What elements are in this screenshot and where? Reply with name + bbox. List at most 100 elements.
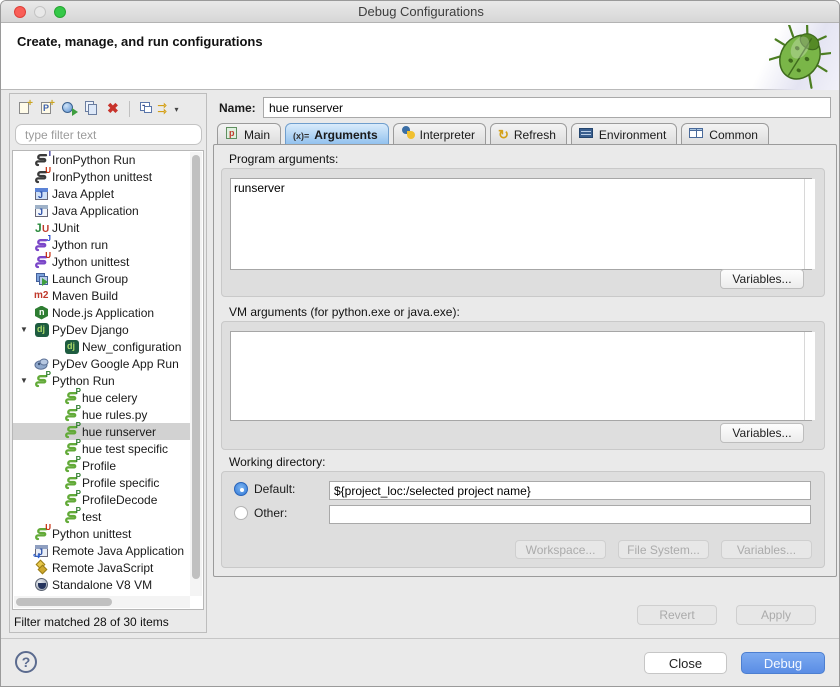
- tree-item-java-applet[interactable]: JJava Applet: [13, 185, 191, 202]
- other-radio-label: Other:: [254, 506, 287, 520]
- tree-item-label: hue rules.py: [82, 408, 147, 422]
- tree-item-label: Jython run: [52, 238, 108, 252]
- tree-item-hue-celery[interactable]: Phue celery: [13, 389, 191, 406]
- new-launch-configuration-button[interactable]: +: [14, 98, 36, 120]
- tab-main[interactable]: pMain: [217, 123, 281, 145]
- tree-item-label: Java Application: [52, 204, 139, 218]
- revert-button[interactable]: Revert: [637, 605, 717, 625]
- help-icon[interactable]: ?: [15, 651, 37, 673]
- working-directory-group: Default: Other: Workspace... File System.…: [221, 471, 825, 568]
- tree-item-label: hue celery: [82, 391, 137, 405]
- tab-label: Environment: [599, 128, 666, 142]
- tab-common[interactable]: Common: [681, 123, 769, 145]
- name-label: Name:: [219, 101, 256, 115]
- program-arguments-group: runserver Variables...: [221, 168, 825, 297]
- tree-item-junit[interactable]: JUJUnit: [13, 219, 191, 236]
- tab-arguments[interactable]: (x)=Arguments: [285, 123, 389, 145]
- tree-item-hue-test-specific[interactable]: Phue test specific: [13, 440, 191, 457]
- tree-item-label: Python unittest: [52, 527, 131, 541]
- v8-vm-icon: [34, 577, 50, 593]
- tree-item-remote-javascript[interactable]: Remote JavaScript: [13, 559, 191, 576]
- other-radio[interactable]: [234, 506, 248, 520]
- configuration-tabs: pMain(x)=ArgumentsInterpreter↻Refresh Env…: [217, 122, 773, 145]
- filter-launch-configurations-button[interactable]: ⇾⇾▾: [157, 98, 179, 120]
- duplicate-launch-configuration-button[interactable]: [80, 98, 102, 120]
- other-directory-input[interactable]: [329, 505, 811, 524]
- remote-java-icon: J↪: [34, 543, 50, 559]
- configuration-name-input[interactable]: [263, 97, 831, 118]
- variables--button[interactable]: Variables...: [721, 540, 812, 559]
- tree-item-new-configuration[interactable]: djNew_configuration: [13, 338, 191, 355]
- default-radio[interactable]: [234, 482, 248, 496]
- vm-arguments-textarea[interactable]: [230, 331, 812, 421]
- tree-item-python-run[interactable]: ▼PPython Run: [13, 372, 191, 389]
- tab-interpreter[interactable]: Interpreter: [393, 123, 486, 145]
- tree-item-profiledecode[interactable]: PProfileDecode: [13, 491, 191, 508]
- tree-item-java-application[interactable]: JJava Application: [13, 202, 191, 219]
- file-system--button[interactable]: File System...: [618, 540, 709, 559]
- close-button[interactable]: Close: [644, 652, 727, 674]
- tree-item-label: Profile specific: [82, 476, 159, 490]
- tab-refresh[interactable]: ↻Refresh: [490, 123, 567, 145]
- tree-item-standalone-v8-vm[interactable]: Standalone V8 VM: [13, 576, 191, 593]
- tab-environment[interactable]: Environment: [571, 123, 677, 145]
- environment-tab-icon: [579, 125, 594, 144]
- python-run-icon: P: [34, 373, 50, 389]
- apply-button[interactable]: Apply: [736, 605, 816, 625]
- tree-item-hue-runserver[interactable]: Phue runserver: [13, 423, 191, 440]
- textarea-scrollbar[interactable]: [804, 332, 815, 420]
- export-launch-configurations-button[interactable]: [58, 98, 80, 120]
- tree-item-hue-rules-py[interactable]: Phue rules.py: [13, 406, 191, 423]
- tree-item-profile[interactable]: PProfile: [13, 457, 191, 474]
- vm-arguments-variables-button[interactable]: Variables...: [720, 423, 804, 443]
- collapse-all-button[interactable]: -: [135, 98, 157, 120]
- scrollbar-thumb[interactable]: [192, 155, 200, 579]
- scrollbar-thumb[interactable]: [16, 598, 112, 606]
- arguments-tab-icon: (x)=: [293, 128, 309, 142]
- expander-triangle-icon[interactable]: ▼: [20, 376, 30, 385]
- program-arguments-variables-button[interactable]: Variables...: [720, 269, 804, 289]
- tree-item-launch-group[interactable]: Launch Group: [13, 270, 191, 287]
- tree-item-python-unittest[interactable]: UPython unittest: [13, 525, 191, 542]
- tree-item-label: Remote JavaScript: [52, 561, 153, 575]
- tree-item-label: Node.js Application: [52, 306, 154, 320]
- tree-horizontal-scrollbar[interactable]: [14, 596, 190, 608]
- tree-item-ironpython-unittest[interactable]: UIronPython unittest: [13, 168, 191, 185]
- tree-item-label: ProfileDecode: [82, 493, 157, 507]
- debug-button[interactable]: Debug: [741, 652, 825, 674]
- vm-arguments-group: Variables...: [221, 321, 825, 450]
- workspace--button[interactable]: Workspace...: [515, 540, 606, 559]
- tab-label: Main: [244, 128, 270, 142]
- tree-item-pydev-django[interactable]: ▼djPyDev Django: [13, 321, 191, 338]
- tree-item-test[interactable]: Ptest: [13, 508, 191, 525]
- textarea-scrollbar[interactable]: [804, 179, 815, 269]
- tree-item-label: Launch Group: [52, 272, 128, 286]
- filter-input[interactable]: [15, 124, 202, 145]
- banner-title: Create, manage, and run configurations: [17, 34, 263, 49]
- tree-item-label: Profile: [82, 459, 116, 473]
- default-radio-label: Default:: [254, 482, 295, 496]
- tree-item-profile-specific[interactable]: PProfile specific: [13, 474, 191, 491]
- expander-triangle-icon[interactable]: ▼: [20, 325, 30, 334]
- tree-item-pydev-google-app-run[interactable]: PyDev Google App Run: [13, 355, 191, 372]
- tree-item-jython-unittest[interactable]: UJython unittest: [13, 253, 191, 270]
- tree-item-ironpython-run[interactable]: IIronPython Run: [13, 151, 191, 168]
- dropdown-caret-icon: ▾: [174, 105, 178, 114]
- debug-configurations-dialog: Debug Configurations Create, manage, and…: [0, 0, 840, 687]
- filter-icon: ⇾⇾: [157, 100, 173, 119]
- ironpython-unittest-icon: U: [34, 169, 50, 185]
- program-arguments-label: Program arguments:: [229, 152, 338, 166]
- tree-item-label: PyDev Google App Run: [52, 357, 179, 371]
- delete-launch-configuration-button[interactable]: ✖: [102, 98, 124, 120]
- tree-item-remote-java-application[interactable]: J↪Remote Java Application: [13, 542, 191, 559]
- new-launch-prototype-button[interactable]: P+: [36, 98, 58, 120]
- tree-item-label: Standalone V8 VM: [52, 578, 152, 592]
- delete-icon: ✖: [105, 100, 121, 119]
- tree-item-node-js-application[interactable]: nNode.js Application: [13, 304, 191, 321]
- program-arguments-textarea[interactable]: runserver: [230, 178, 812, 270]
- tree-item-maven-build[interactable]: m2Maven Build: [13, 287, 191, 304]
- tree-item-jython-run[interactable]: JJython run: [13, 236, 191, 253]
- tree-vertical-scrollbar[interactable]: [190, 152, 202, 596]
- python-unittest-icon: U: [34, 526, 50, 542]
- default-directory-input[interactable]: [329, 481, 811, 500]
